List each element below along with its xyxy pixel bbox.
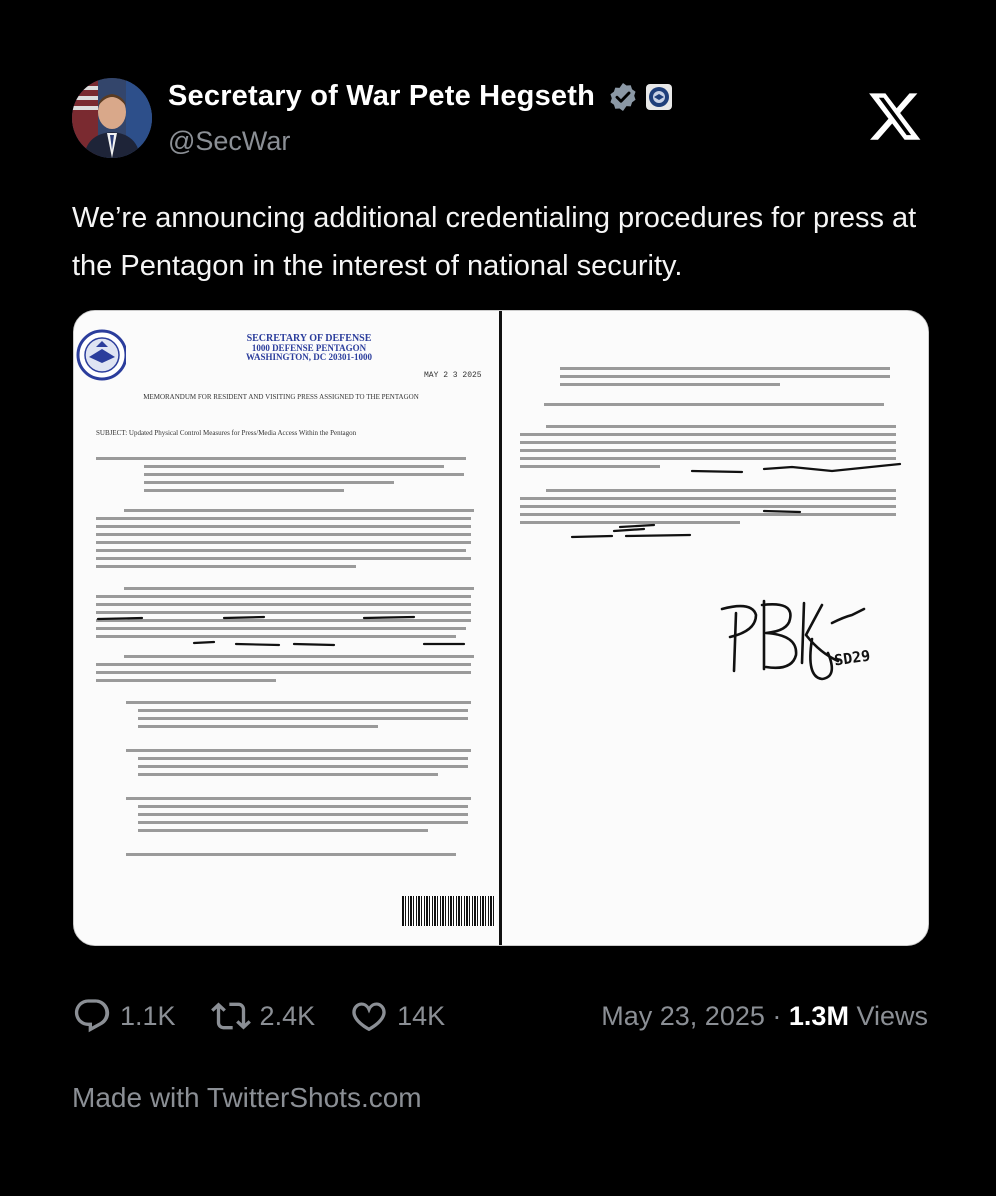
avatar[interactable] [72, 78, 152, 158]
tweet-stats-bar: 1.1K 2.4K 14K May 23, 2025 · 1.3M Views [72, 996, 928, 1036]
x-logo-icon[interactable] [866, 88, 924, 144]
letterhead-line-3: WASHINGTON, DC 20301-1000 [245, 352, 373, 362]
author-name-row[interactable]: Secretary of War Pete Hegseth [168, 80, 673, 113]
dod-seal-icon [646, 83, 672, 110]
memo-subject: SUBJECT: Updated Physical Control Measur… [96, 429, 357, 437]
document-barcode [402, 896, 496, 926]
document-date-stamp: MAY 2 3 2025 [424, 371, 482, 380]
reply-count: 1.1K [120, 1000, 176, 1031]
like-button[interactable]: 14K [349, 996, 445, 1036]
tweet-text: We’re announcing additional credentialin… [72, 202, 917, 282]
avatar-image [72, 78, 152, 158]
signature-code: SD29 [833, 647, 871, 670]
repost-button[interactable]: 2.4K [210, 996, 316, 1036]
document-page-1: SECRETARY OF DEFENSE 1000 DEFENSE PENTAG… [74, 311, 500, 945]
signature-image: SD29 [720, 599, 871, 681]
author-display-name[interactable]: Secretary of War Pete Hegseth [168, 80, 595, 113]
views-count: 1.3M [788, 1000, 849, 1031]
like-count: 14K [397, 1000, 446, 1031]
repost-icon [210, 1002, 251, 1030]
document-letterhead: SECRETARY OF DEFENSE 1000 DEFENSE PENTAG… [214, 333, 404, 362]
tweet-meta: May 23, 2025 · 1.3M Views [601, 1001, 928, 1032]
meta-separator: · [772, 1000, 782, 1031]
reply-icon [74, 999, 110, 1033]
reply-button[interactable]: 1.1K [72, 996, 176, 1036]
tweet-date[interactable]: May 23, 2025 [601, 1001, 765, 1031]
document-page-2: SD29 [502, 311, 928, 945]
tweet-media-image[interactable]: SECRETARY OF DEFENSE 1000 DEFENSE PENTAG… [73, 310, 929, 946]
dod-seal-icon [76, 329, 126, 381]
memo-title: MEMORANDUM FOR RESIDENT AND VISITING PRE… [143, 393, 419, 401]
like-icon [352, 1002, 386, 1032]
author-handle[interactable]: @SecWar [168, 126, 290, 157]
document-body-text [96, 457, 474, 856]
footer-credit: Made with TwitterShots.com [72, 1082, 422, 1113]
verified-badge-icon [610, 82, 636, 111]
views-label: Views [856, 1000, 928, 1031]
repost-count: 2.4K [259, 1000, 316, 1031]
